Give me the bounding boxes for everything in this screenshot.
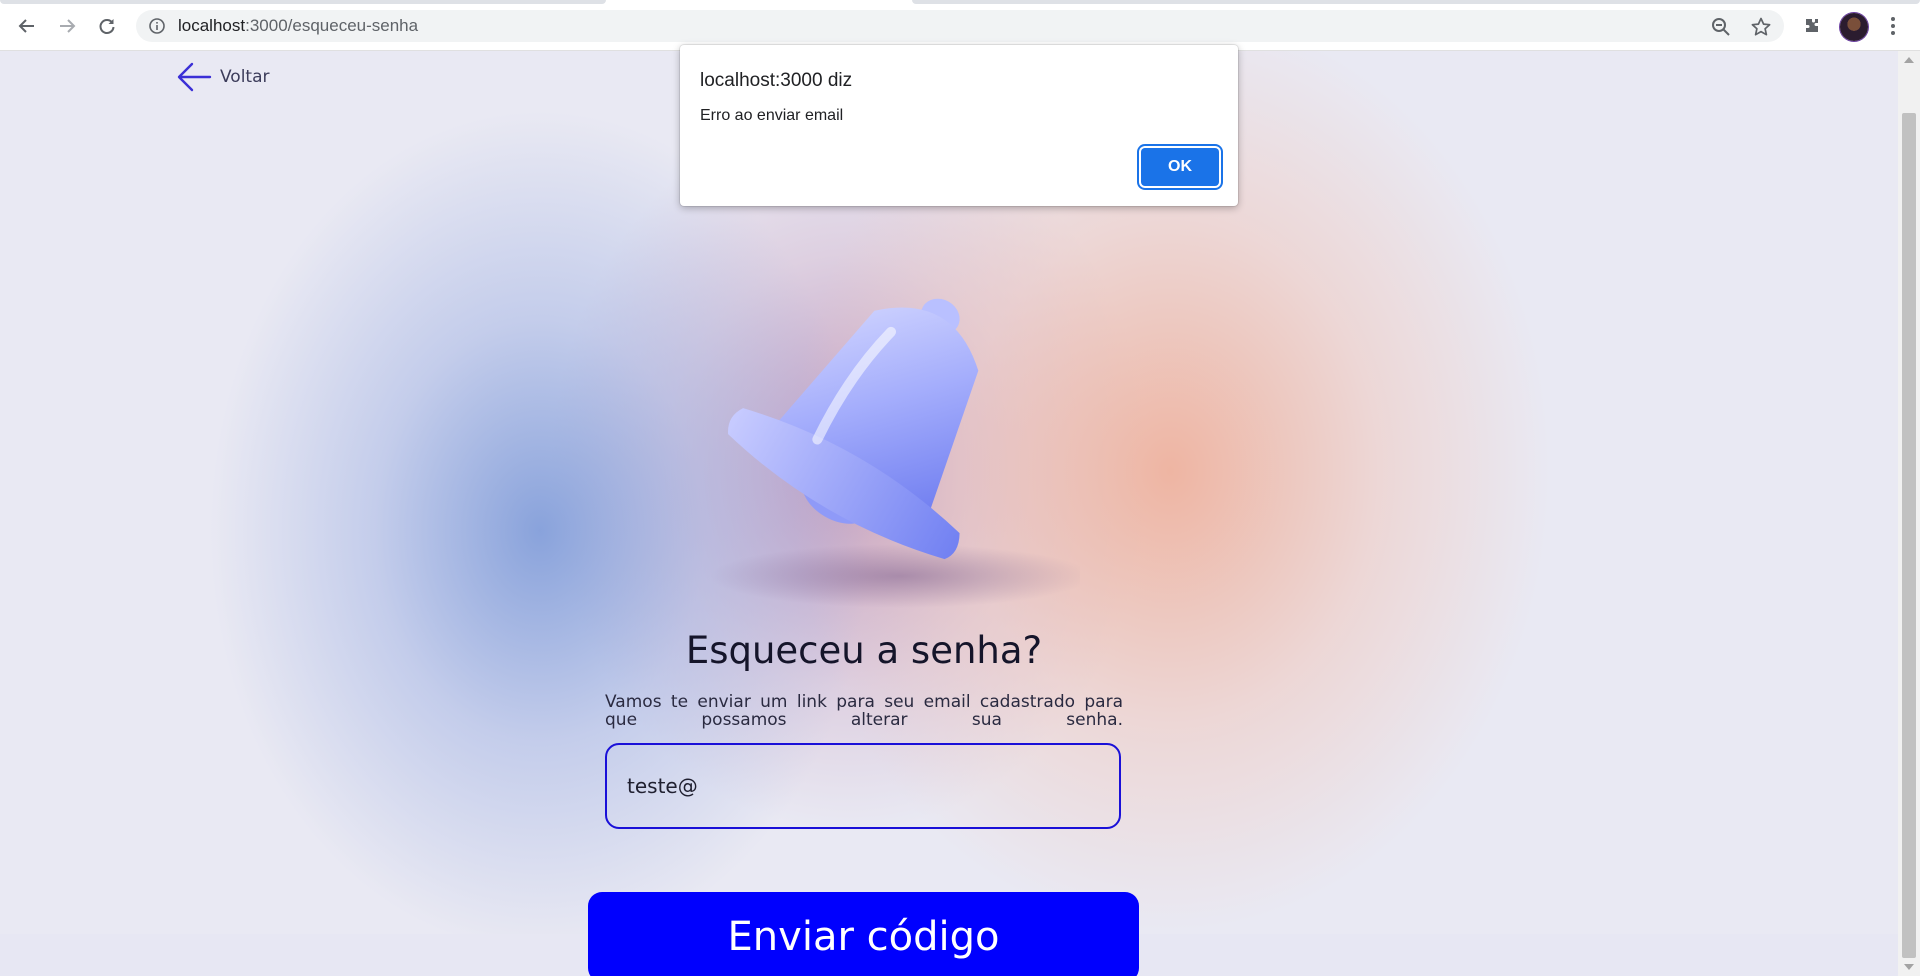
scrollbar[interactable] [1898,51,1920,976]
reload-icon[interactable] [92,11,122,41]
tab-edge [0,0,606,4]
url-text: localhost:3000/esqueceu-senha [178,10,418,42]
back-label: Voltar [220,67,270,87]
address-bar[interactable]: localhost:3000/esqueceu-senha [136,10,1784,42]
arrow-left-icon [177,62,212,92]
back-icon[interactable] [12,11,42,41]
url-host: localhost [178,16,246,35]
browser-toolbar: localhost:3000/esqueceu-senha [0,0,1920,51]
scroll-thumb[interactable] [1902,113,1916,958]
star-icon[interactable] [1750,16,1772,38]
scroll-down-icon[interactable] [1904,964,1914,970]
forward-icon[interactable] [52,11,82,41]
zoom-icon[interactable] [1710,16,1732,38]
dialog-origin: localhost:3000 diz [700,70,853,91]
info-icon[interactable] [148,17,166,40]
ok-button[interactable]: OK [1141,148,1219,186]
email-input[interactable] [605,743,1121,829]
scroll-up-icon[interactable] [1904,57,1914,63]
tab-edge [912,0,1920,4]
bell-illustration [660,241,1090,631]
page-title: Esqueceu a senha? [685,629,1043,672]
back-link[interactable]: Voltar [176,61,270,93]
alert-dialog: localhost:3000 diz Erro ao enviar email … [680,45,1238,206]
profile-avatar[interactable] [1840,13,1868,41]
send-code-button[interactable]: Enviar código [588,892,1139,976]
dialog-message: Erro ao enviar email [700,107,844,124]
extensions-icon[interactable] [1797,11,1827,41]
page-description: Vamos te enviar um link para seu email c… [605,692,1123,730]
menu-icon[interactable] [1878,11,1908,41]
url-path: :3000/esqueceu-senha [245,16,419,35]
